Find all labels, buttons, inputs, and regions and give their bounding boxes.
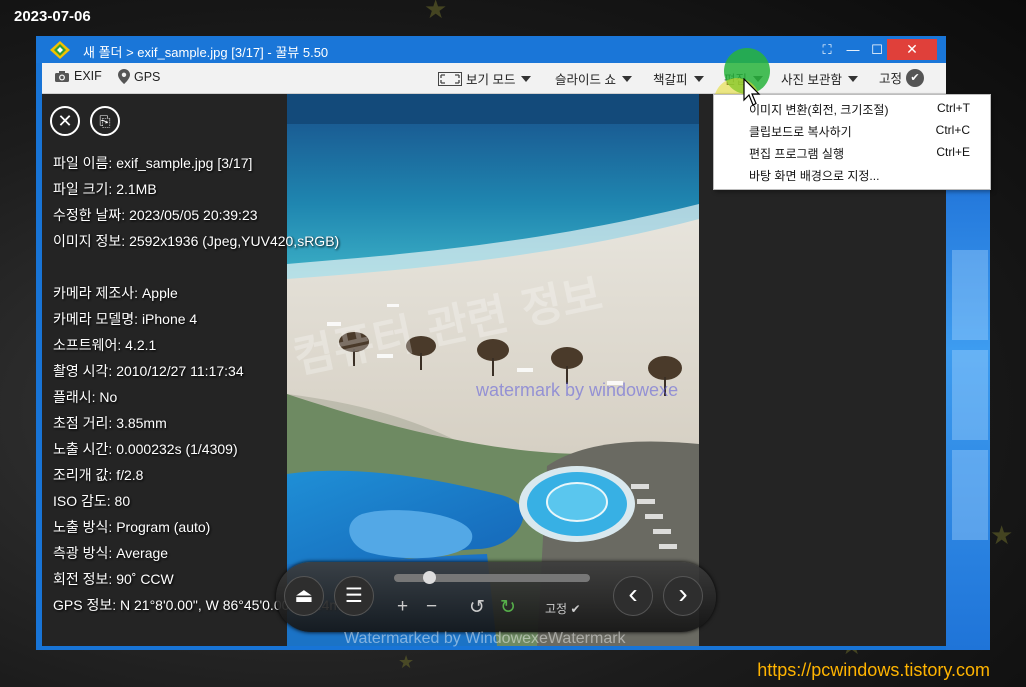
- info-file-name: 파일 이름: exif_sample.jpg [3/17]: [53, 155, 253, 171]
- menu-item-set-wallpaper[interactable]: 바탕 화면 배경으로 지정...: [714, 163, 990, 185]
- rotate-right-button[interactable]: ↻: [500, 596, 516, 619]
- maximize-button[interactable]: ☐: [868, 40, 886, 60]
- honeyview-app-icon: [50, 41, 70, 59]
- close-info-button[interactable]: ✕: [50, 106, 80, 136]
- pin-toggle[interactable]: 고정 ✔: [545, 600, 581, 617]
- menu-item-label: 이미지 변환(회전, 크기조절): [749, 103, 889, 117]
- next-button[interactable]: ›: [663, 576, 703, 616]
- site-url-watermark: https://pcwindows.tistory.com: [757, 660, 990, 680]
- star-decoration: ★: [990, 520, 1014, 550]
- menu-button[interactable]: ☰: [334, 576, 374, 616]
- info-iso: ISO 감도: 80: [53, 493, 131, 509]
- pin-button[interactable]: 고정 ✔: [879, 68, 925, 87]
- chevron-down-icon: [693, 75, 704, 82]
- main-toolbar: EXIF GPS 보기 모드 슬라이드 쇼 책갈피 편집 사진 보관함: [42, 63, 946, 94]
- info-file-size: 파일 크기: 2.1MB: [53, 181, 157, 197]
- check-icon: ✔: [906, 68, 925, 87]
- menu-item-label: 바탕 화면 배경으로 지정...: [749, 169, 880, 183]
- window-title: 새 폴더 > exif_sample.jpg [3/17] - 꿀뷰 5.50: [83, 45, 329, 60]
- rotate-left-button[interactable]: ↺: [469, 596, 485, 619]
- pin-label: 고정: [879, 72, 903, 86]
- info-exposure-time: 노출 시간: 0.000232s (1/4309): [53, 441, 238, 457]
- gps-label: GPS: [134, 69, 161, 84]
- english-watermark: watermark by windowexe: [476, 380, 679, 400]
- info-exposure-mode: 노출 방식: Program (auto): [53, 519, 211, 535]
- photo-storage-label: 사진 보관함: [781, 73, 842, 87]
- photo-storage-menu[interactable]: 사진 보관함: [781, 69, 858, 88]
- info-camera-maker: 카메라 제조사: Apple: [53, 285, 178, 301]
- menu-item-shortcut: Ctrl+C: [935, 123, 970, 137]
- exif-button[interactable]: EXIF: [54, 69, 102, 83]
- prev-button[interactable]: ‹: [613, 576, 653, 616]
- info-flash: 플래시: No: [53, 389, 118, 405]
- slider-knob[interactable]: [423, 571, 437, 584]
- gps-button[interactable]: GPS: [118, 69, 160, 84]
- exif-info-panel: 파일 이름: exif_sample.jpg [3/17] 파일 크기: 2.1…: [53, 150, 341, 618]
- title-bar[interactable]: 새 폴더 > exif_sample.jpg [3/17] - 꿀뷰 5.50 …: [36, 36, 946, 63]
- chevron-down-icon: [847, 75, 858, 82]
- info-aperture: 조리개 값: f/2.8: [53, 467, 144, 483]
- star-decoration: ★: [424, 0, 448, 24]
- bookmark-label: 책갈피: [653, 73, 688, 87]
- camera-icon: [55, 70, 69, 82]
- desktop-windows-logo: [946, 150, 990, 650]
- menu-item-label: 편집 프로그램 실행: [749, 147, 844, 161]
- edit-dropdown-menu: 이미지 변환(회전, 크기조절) Ctrl+T 클립보드로 복사하기 Ctrl+…: [713, 94, 991, 190]
- info-metering: 측광 방식: Average: [53, 545, 169, 561]
- bookmark-menu[interactable]: 책갈피: [653, 69, 704, 88]
- fullscreen-icon[interactable]: ⛶: [818, 40, 836, 60]
- control-bar: ⏏ ☰ + − ↺ ↻ 고정 ✔ ‹ ›: [276, 562, 716, 632]
- menu-item-copy-clipboard[interactable]: 클립보드로 복사하기 Ctrl+C: [714, 119, 990, 141]
- minimize-button[interactable]: —: [844, 40, 862, 60]
- slideshow-menu[interactable]: 슬라이드 쇼: [555, 69, 632, 88]
- menu-item-shortcut: Ctrl+E: [936, 145, 970, 159]
- view-mode-label: 보기 모드: [466, 73, 516, 87]
- menu-item-open-editor[interactable]: 편집 프로그램 실행 Ctrl+E: [714, 141, 990, 163]
- menu-item-shortcut: Ctrl+T: [937, 101, 970, 115]
- close-button[interactable]: ✕: [887, 39, 937, 60]
- bottom-watermark: Watermarked by WindowexeWatermark: [344, 630, 626, 647]
- slideshow-label: 슬라이드 쇼: [555, 73, 616, 87]
- date-stamp: 2023-07-06: [14, 8, 91, 25]
- copy-info-button[interactable]: ⎘: [90, 106, 120, 136]
- menu-item-label: 클립보드로 복사하기: [749, 125, 852, 139]
- fit-screen-icon: [438, 71, 462, 86]
- star-decoration: ★: [398, 652, 415, 672]
- info-modified-date: 수정한 날짜: 2023/05/05 20:39:23: [53, 207, 258, 223]
- eject-button[interactable]: ⏏: [284, 576, 324, 616]
- zoom-out-button[interactable]: −: [426, 596, 437, 618]
- view-mode-menu[interactable]: 보기 모드: [438, 69, 532, 88]
- info-focal-length: 초점 거리: 3.85mm: [53, 415, 167, 431]
- zoom-in-button[interactable]: +: [397, 596, 408, 618]
- check-icon: ✔: [570, 602, 581, 616]
- mouse-cursor-icon: [743, 78, 761, 106]
- chevron-down-icon: [521, 75, 532, 82]
- pin-toggle-label: 고정: [545, 602, 568, 616]
- chevron-down-icon: [621, 75, 632, 82]
- exif-label: EXIF: [74, 69, 102, 83]
- info-image-info: 이미지 정보: 2592x1936 (Jpeg,YUV420,sRGB): [53, 233, 340, 249]
- map-pin-icon: [118, 69, 130, 84]
